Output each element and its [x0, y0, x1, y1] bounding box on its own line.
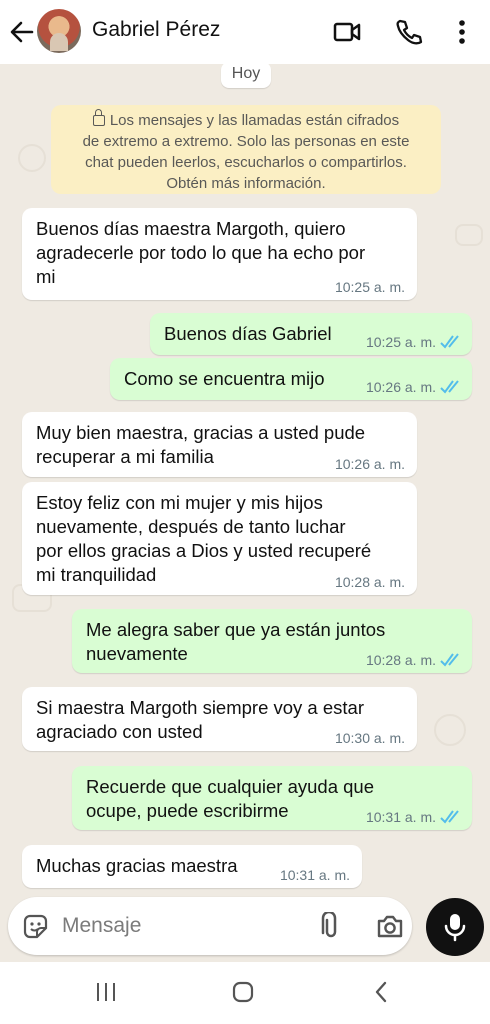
video-call-icon[interactable] [331, 16, 363, 48]
lock-icon [92, 109, 105, 126]
avatar[interactable] [37, 9, 81, 53]
attachment-icon[interactable] [321, 912, 341, 940]
message-text: Como se encuentra mijo [124, 368, 325, 389]
back-arrow-icon[interactable] [8, 18, 36, 46]
system-navigation-bar [0, 962, 490, 1024]
message-text: Muchas gracias maestra [36, 855, 238, 876]
message-list[interactable]: Hoy Los mensajes y las llamadas están ci… [0, 64, 490, 962]
date-chip: Hoy [221, 64, 271, 88]
read-checkmarks-icon [440, 810, 459, 824]
message-bubble-incoming[interactable]: Muchas gracias maestra 10:31 a. m. [22, 845, 362, 888]
message-text: Me alegra saber que ya están juntos nuev… [86, 619, 386, 664]
message-bubble-incoming[interactable]: Buenos días maestra Margoth, quiero agra… [22, 208, 417, 300]
message-bubble-outgoing[interactable]: Me alegra saber que ya están juntos nuev… [72, 609, 472, 673]
message-text: Buenos días maestra Margoth, quiero agra… [36, 218, 366, 287]
sticker-icon[interactable] [22, 913, 49, 940]
message-time: 10:25 a. m. [365, 334, 436, 350]
message-bubble-outgoing[interactable]: Como se encuentra mijo 10:26 a. m. [110, 358, 472, 400]
message-time: 10:30 a. m. [334, 730, 405, 746]
message-time: 10:26 a. m. [334, 456, 405, 472]
microphone-icon [444, 914, 466, 942]
message-time: 10:26 a. m. [365, 379, 436, 395]
message-bubble-outgoing[interactable]: Buenos días Gabriel 10:25 a. m. [150, 313, 472, 355]
more-options-icon[interactable] [446, 16, 478, 48]
encryption-notice-text: Los mensajes y las llamadas están cifrad… [82, 112, 410, 192]
contact-name[interactable]: Gabriel Pérez [92, 18, 220, 42]
read-checkmarks-icon [440, 335, 459, 349]
message-time: 10:25 a. m. [334, 279, 405, 295]
microphone-button[interactable] [426, 898, 484, 956]
recent-apps-icon[interactable] [94, 980, 118, 1004]
message-composer[interactable]: Mensaje [8, 897, 412, 955]
message-bubble-incoming[interactable]: Muy bien maestra, gracias a usted pude r… [22, 412, 417, 477]
message-time: 10:28 a. m. [365, 652, 436, 668]
message-text: Estoy feliz con mi mujer y mis hijos nue… [36, 492, 372, 585]
read-checkmarks-icon [440, 653, 459, 667]
camera-icon[interactable] [376, 913, 404, 939]
read-checkmarks-icon [440, 380, 459, 394]
message-text: Recuerde que cualquier ayuda que ocupe, … [86, 776, 374, 821]
message-bubble-incoming[interactable]: Estoy feliz con mi mujer y mis hijos nue… [22, 482, 417, 595]
message-text: Muy bien maestra, gracias a usted pude r… [36, 422, 366, 467]
message-time: 10:31 a. m. [365, 809, 436, 825]
message-text: Buenos días Gabriel [164, 323, 332, 344]
chat-header: Gabriel Pérez [0, 0, 490, 64]
back-icon[interactable] [370, 980, 394, 1004]
home-icon[interactable] [231, 980, 255, 1004]
message-input[interactable]: Mensaje [62, 914, 141, 938]
message-text: Si maestra Margoth siempre voy a estar a… [36, 697, 364, 742]
message-time: 10:31 a. m. [279, 867, 350, 883]
background-doodle [455, 224, 483, 246]
background-doodle [434, 714, 466, 746]
message-time: 10:28 a. m. [334, 574, 405, 590]
message-bubble-outgoing[interactable]: Recuerde que cualquier ayuda que ocupe, … [72, 766, 472, 830]
background-doodle [18, 144, 46, 172]
encryption-notice[interactable]: Los mensajes y las llamadas están cifrad… [51, 105, 441, 194]
message-bubble-incoming[interactable]: Si maestra Margoth siempre voy a estar a… [22, 687, 417, 751]
phone-icon[interactable] [392, 16, 424, 48]
